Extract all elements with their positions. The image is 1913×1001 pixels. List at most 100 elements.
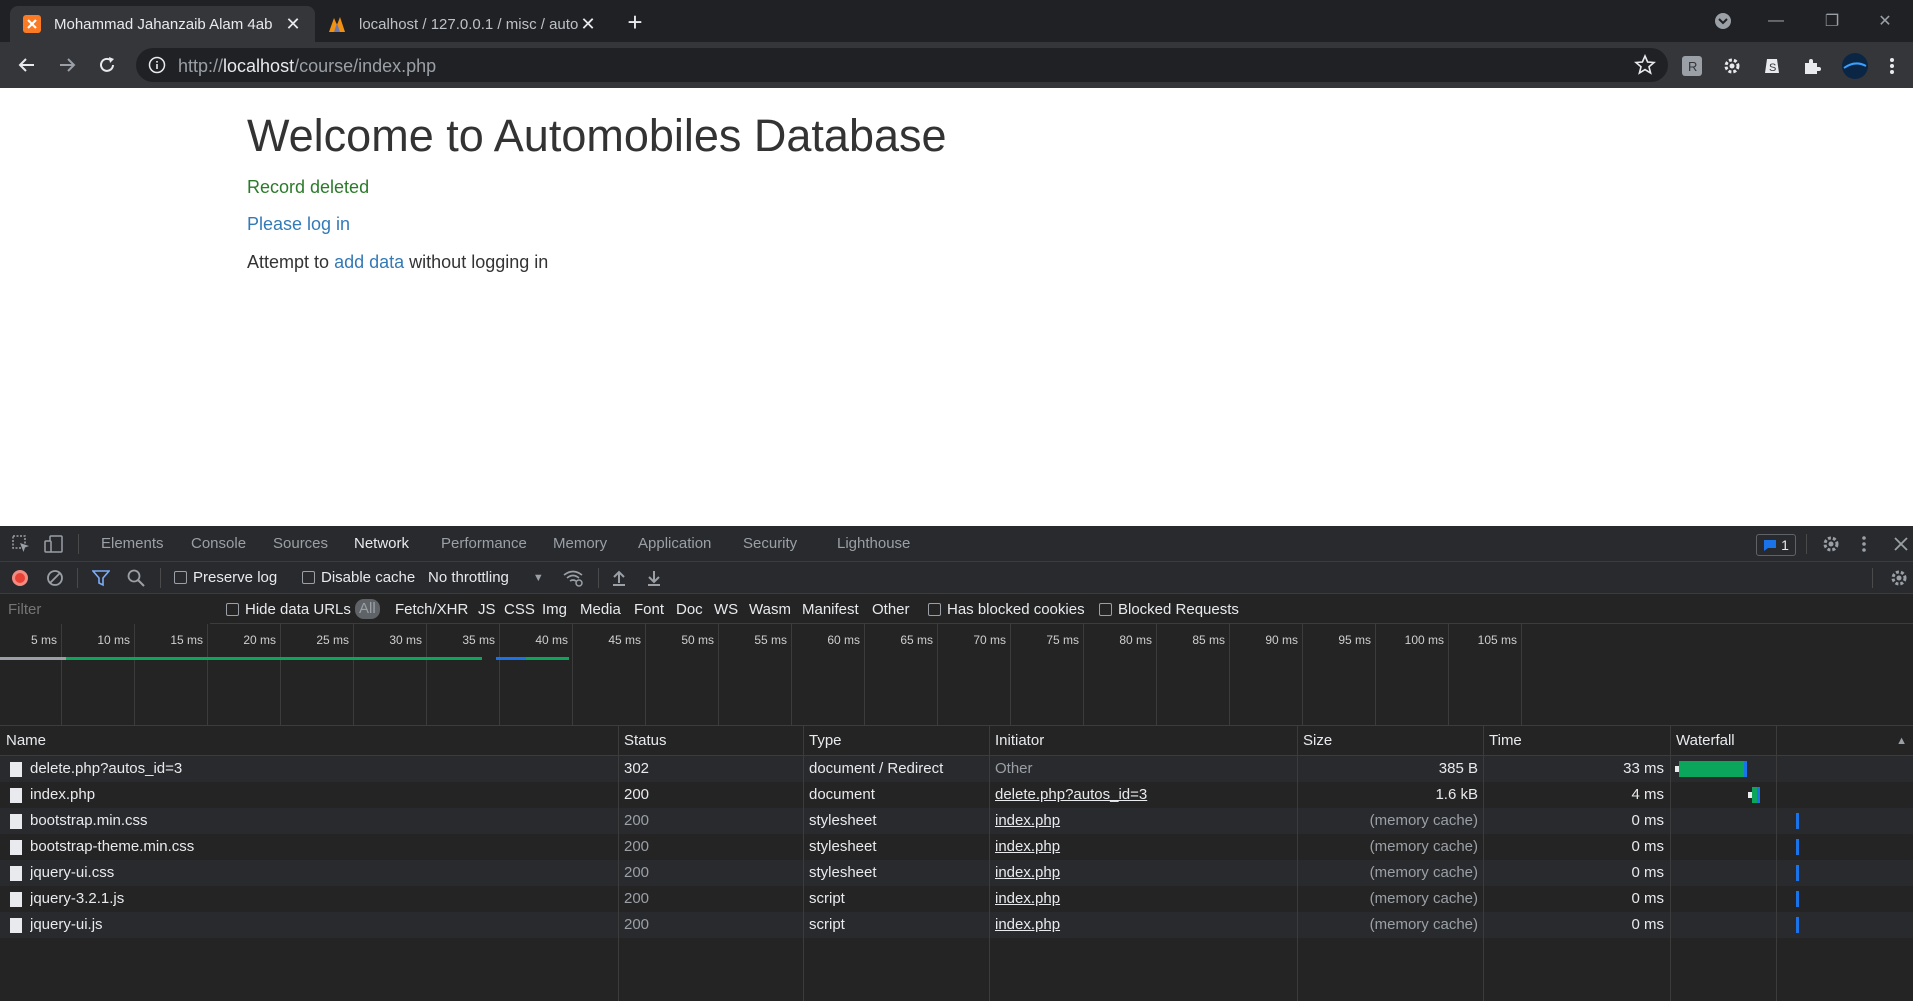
settings-gear-icon[interactable] bbox=[1820, 533, 1842, 555]
attempt-suffix: without logging in bbox=[409, 252, 549, 272]
import-har-icon[interactable] bbox=[608, 567, 630, 589]
forward-icon[interactable] bbox=[52, 50, 82, 80]
cell-initiator[interactable]: index.php bbox=[995, 912, 1290, 938]
tab-console[interactable]: Console bbox=[191, 535, 246, 552]
extension-gear-icon[interactable] bbox=[1720, 54, 1744, 78]
tab-lighthouse[interactable]: Lighthouse bbox=[837, 535, 910, 552]
more-options-icon[interactable] bbox=[1853, 533, 1875, 555]
filter-js[interactable]: JS bbox=[478, 601, 496, 618]
filter-input[interactable] bbox=[0, 594, 210, 624]
has-blocked-cookies-checkbox[interactable]: Has blocked cookies bbox=[928, 601, 1085, 618]
filter-ws[interactable]: WS bbox=[714, 601, 738, 618]
document-file-icon bbox=[10, 788, 22, 803]
tab-elements[interactable]: Elements bbox=[101, 535, 164, 552]
window-close-icon[interactable]: ✕ bbox=[1857, 0, 1913, 42]
column-header-waterfall[interactable]: Waterfall ▲ bbox=[1670, 726, 1913, 756]
close-devtools-icon[interactable] bbox=[1890, 533, 1912, 555]
export-har-icon[interactable] bbox=[643, 567, 665, 589]
profile-avatar[interactable] bbox=[1840, 53, 1870, 79]
extension-r-icon[interactable]: R bbox=[1680, 54, 1704, 78]
back-icon[interactable] bbox=[12, 50, 42, 80]
column-header-type[interactable]: Type bbox=[803, 726, 989, 756]
issues-badge[interactable]: 1 bbox=[1756, 534, 1796, 556]
filter-css[interactable]: CSS bbox=[504, 601, 535, 618]
cell-initiator[interactable]: delete.php?autos_id=3 bbox=[995, 782, 1290, 808]
tab-memory[interactable]: Memory bbox=[553, 535, 607, 552]
minimize-icon[interactable]: — bbox=[1748, 0, 1804, 42]
filter-fetch-xhr[interactable]: Fetch/XHR bbox=[395, 601, 468, 618]
waterfall-bar bbox=[1795, 839, 1799, 855]
checkbox-box[interactable] bbox=[1099, 603, 1112, 616]
clear-icon[interactable] bbox=[44, 567, 66, 589]
add-data-link[interactable]: add data bbox=[334, 252, 404, 272]
throttling-select[interactable]: No throttling ▼ bbox=[428, 569, 544, 586]
filter-all[interactable]: All bbox=[355, 599, 380, 619]
tab-security[interactable]: Security bbox=[743, 535, 797, 552]
cell-initiator[interactable]: index.php bbox=[995, 860, 1290, 886]
login-link[interactable]: Please log in bbox=[247, 214, 350, 235]
cell-initiator[interactable]: index.php bbox=[995, 834, 1290, 860]
browser-tab-active[interactable]: Mohammad Jahanzaib Alam 4ab ✕ bbox=[10, 6, 315, 42]
network-settings-gear-icon[interactable] bbox=[1888, 567, 1910, 589]
close-tab-icon[interactable]: ✕ bbox=[283, 14, 303, 34]
address-bar[interactable]: http://localhost/course/index.php bbox=[136, 48, 1668, 82]
request-row[interactable]: jquery-3.2.1.js 200 script index.php (memory… bbox=[0, 886, 1913, 912]
request-row[interactable]: bootstrap-theme.min.css 200 stylesheet inde… bbox=[0, 834, 1913, 860]
column-header-initiator[interactable]: Initiator bbox=[989, 726, 1297, 756]
request-row[interactable]: jquery-ui.js 200 script index.php (memory ca… bbox=[0, 912, 1913, 938]
checkbox-box[interactable] bbox=[928, 603, 941, 616]
request-row[interactable]: jquery-ui.css 200 stylesheet index.php (memo… bbox=[0, 860, 1913, 886]
tab-network[interactable]: Network bbox=[343, 535, 420, 564]
tab-performance[interactable]: Performance bbox=[441, 535, 527, 552]
filter-img[interactable]: Img bbox=[542, 601, 567, 618]
network-overview-timeline[interactable]: 5 ms 10 ms 15 ms 20 ms 25 ms 30 ms 35 ms 40 ms 4… bbox=[0, 624, 1913, 726]
timeline-tick-label: 105 ms bbox=[1477, 633, 1517, 647]
column-header-time[interactable]: Time bbox=[1483, 726, 1670, 756]
devtools-panel: Elements Console Sources Network Perform… bbox=[0, 526, 1913, 1001]
tab-search-icon[interactable] bbox=[1695, 0, 1751, 42]
tab-sources[interactable]: Sources bbox=[273, 535, 328, 552]
site-info-icon[interactable] bbox=[148, 56, 166, 74]
extension-s-icon[interactable]: S bbox=[1760, 54, 1784, 78]
new-tab-button[interactable]: + bbox=[620, 8, 650, 38]
cell-initiator[interactable]: index.php bbox=[995, 886, 1290, 912]
filter-funnel-icon[interactable] bbox=[90, 567, 112, 589]
close-tab-icon[interactable]: ✕ bbox=[578, 14, 598, 34]
browser-menu-icon[interactable] bbox=[1880, 54, 1904, 78]
filter-manifest[interactable]: Manifest bbox=[802, 601, 859, 618]
filter-doc[interactable]: Doc bbox=[676, 601, 703, 618]
request-row[interactable]: bootstrap.min.css 200 stylesheet index.php (… bbox=[0, 808, 1913, 834]
inspect-element-icon[interactable] bbox=[10, 533, 32, 555]
checkbox-box[interactable] bbox=[174, 571, 187, 584]
network-conditions-icon[interactable] bbox=[562, 567, 584, 589]
timeline-tick-label: 100 ms bbox=[1404, 633, 1444, 647]
checkbox-box[interactable] bbox=[302, 571, 315, 584]
request-row[interactable]: index.php 200 document delete.php?autos_id=… bbox=[0, 782, 1913, 808]
filter-media[interactable]: Media bbox=[580, 601, 621, 618]
separator bbox=[77, 568, 78, 588]
hide-data-urls-checkbox[interactable]: Hide data URLs bbox=[226, 601, 351, 618]
bookmark-star-icon[interactable] bbox=[1634, 53, 1656, 76]
filter-font[interactable]: Font bbox=[634, 601, 664, 618]
device-toolbar-icon[interactable] bbox=[43, 533, 65, 555]
preserve-log-checkbox[interactable]: Preserve log bbox=[174, 569, 277, 586]
blocked-requests-checkbox[interactable]: Blocked Requests bbox=[1099, 601, 1239, 618]
column-header-name[interactable]: Name bbox=[0, 726, 618, 756]
cell-initiator[interactable]: index.php bbox=[995, 808, 1290, 834]
timeline-tick-label: 80 ms bbox=[1119, 633, 1152, 647]
disable-cache-checkbox[interactable]: Disable cache bbox=[302, 569, 415, 586]
record-icon[interactable] bbox=[9, 567, 31, 589]
filter-wasm[interactable]: Wasm bbox=[749, 601, 791, 618]
browser-tab[interactable]: localhost / 127.0.0.1 / misc / auto ✕ bbox=[315, 6, 610, 42]
tab-application[interactable]: Application bbox=[638, 535, 711, 552]
checkbox-box[interactable] bbox=[226, 603, 239, 616]
filter-other[interactable]: Other bbox=[872, 601, 910, 618]
reload-icon[interactable] bbox=[92, 50, 122, 80]
column-header-size[interactable]: Size bbox=[1297, 726, 1483, 756]
timeline-gridline bbox=[61, 624, 62, 726]
search-icon[interactable] bbox=[125, 567, 147, 589]
extensions-puzzle-icon[interactable] bbox=[1800, 54, 1824, 78]
restore-icon[interactable]: ❐ bbox=[1804, 0, 1860, 42]
column-header-status[interactable]: Status bbox=[618, 726, 803, 756]
request-row[interactable]: delete.php?autos_id=3 302 document / Redir… bbox=[0, 756, 1913, 782]
